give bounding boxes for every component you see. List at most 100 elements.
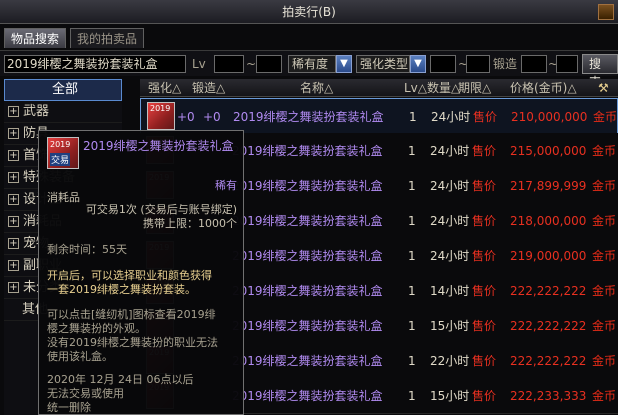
row-currency: 金币 [593, 110, 618, 124]
plus-icon: + [8, 238, 19, 249]
row-price-tag: 售价 [472, 389, 497, 403]
tab-my-auctions[interactable]: 我的拍卖品 [70, 28, 145, 48]
row-item-name: 2019绯樱之舞装扮套装礼盒 [232, 389, 383, 403]
level-min-input[interactable] [214, 55, 244, 73]
row-currency: 金币 [592, 389, 617, 403]
tooltip-desc-line: 使用该礼盒。 [47, 350, 113, 363]
plus-icon: + [8, 194, 19, 205]
search-button[interactable]: 搜索 [582, 54, 618, 89]
plus-icon: + [8, 150, 19, 161]
level-separator: ~ [246, 57, 257, 71]
row-time-left: 24小时 [431, 110, 471, 124]
row-price: 219,000,000 [510, 249, 587, 263]
row-item-name: 2019绯樱之舞装扮套装礼盒 [232, 144, 383, 158]
forge-min-input[interactable] [521, 55, 547, 73]
plus-icon: + [8, 216, 19, 227]
row-time-left: 24小时 [430, 249, 470, 263]
row-price-tag: 售价 [472, 249, 497, 263]
forge-max-input[interactable] [556, 55, 578, 73]
row-quantity: 1 [408, 179, 416, 193]
rarity-select[interactable]: 稀有度 [288, 55, 336, 73]
row-time-left: 24小时 [430, 214, 470, 228]
icon-year-label: 2019 [150, 104, 171, 113]
close-icon[interactable] [598, 4, 614, 20]
level-max-input[interactable] [256, 55, 282, 73]
row-price-tag: 售价 [472, 214, 497, 228]
tooltip-remaining: 剩余时间：55天 [47, 243, 127, 256]
results-header: 强化△ 锻造△ 名称△ Lv△数量△ 期限△ 价格(金币)△ ⚒ [140, 79, 618, 97]
row-item-name: 2019绯樱之舞装扮套装礼盒 [232, 354, 383, 368]
row-price-tag: 售价 [473, 110, 498, 124]
search-input[interactable]: 2019绯樱之舞装扮套装礼盒 [4, 55, 186, 73]
category-weapon[interactable]: + 武器 [4, 101, 122, 123]
row-item-name: 2019绯樱之舞装扮套装礼盒 [232, 319, 383, 333]
category-label: 武器 [23, 103, 50, 119]
tooltip-rarity: 稀有 [215, 179, 237, 192]
item-tooltip: 2019 交易 2019绯樱之舞装扮套装礼盒 稀有 消耗品 可交易1次 (交易后… [38, 130, 244, 415]
col-name[interactable]: 名称△ [300, 79, 333, 97]
row-time-left: 24小时 [430, 144, 470, 158]
row-time-left: 14小时 [430, 284, 470, 298]
icon-year-label: 2019 [50, 140, 71, 149]
row-quantity: 1 [408, 144, 416, 158]
row-price-tag: 售价 [472, 354, 497, 368]
tooltip-carry-limit: 携带上限：1000个 [143, 217, 237, 230]
row-time-left: 15小时 [430, 389, 470, 403]
row-price: 215,000,000 [510, 144, 587, 158]
col-level-qty[interactable]: Lv△数量△ [404, 79, 460, 97]
row-currency: 金币 [592, 354, 617, 368]
row-price-tag: 售价 [472, 144, 497, 158]
row-quantity: 1 [408, 284, 416, 298]
plus-icon: + [8, 260, 19, 271]
row-price: 222,222,222 [510, 284, 587, 298]
row-quantity: 1 [408, 319, 416, 333]
window-title: 拍卖行(B) [282, 5, 336, 19]
gift-box-icon: 2019 交易 [47, 137, 79, 169]
row-currency: 金币 [592, 214, 617, 228]
chevron-down-icon[interactable]: ▼ [410, 55, 426, 73]
col-price[interactable]: 价格(金币)△ [510, 79, 577, 97]
row-price: 222,222,222 [510, 319, 587, 333]
plus-icon: + [8, 106, 19, 117]
row-price: 222,233,333 [510, 389, 587, 403]
row-price-tag: 售价 [472, 179, 497, 193]
hammer-icon[interactable]: ⚒ [598, 79, 609, 97]
row-quantity: 1 [408, 389, 416, 403]
gift-box-icon: 2019 [147, 102, 175, 130]
row-quantity: 1 [408, 354, 416, 368]
icon-trade-label: 交易 [50, 153, 71, 166]
row-currency: 金币 [592, 179, 617, 193]
row-time-left: 15小时 [430, 319, 470, 333]
row-currency: 金币 [592, 319, 617, 333]
row-quantity: 1 [408, 214, 416, 228]
chevron-down-icon[interactable]: ▼ [336, 55, 352, 73]
tab-item-search[interactable]: 物品搜索 [4, 28, 67, 48]
window-titlebar: 拍卖行(B) [0, 0, 618, 24]
col-enhance[interactable]: 强化△ [148, 79, 181, 97]
row-item-name: 2019绯樱之舞装扮套装礼盒 [232, 214, 383, 228]
level-label: Lv [192, 57, 206, 71]
row-quantity: 1 [408, 249, 416, 263]
table-row[interactable]: 2019 +0 +0 2019绯樱之舞装扮套装礼盒 1 24小时 售价 210,000,000… [140, 98, 618, 134]
filter-bar: 2019绯樱之舞装扮套装礼盒 Lv ~ 稀有度 ▼ 强化类型 ▼ ~ 锻造 ~ … [0, 50, 618, 89]
row-price-tag: 售价 [472, 284, 497, 298]
col-forge[interactable]: 锻造△ [192, 79, 225, 97]
enhance-max-input[interactable] [466, 55, 490, 73]
category-all[interactable]: 全部 [4, 79, 122, 101]
col-deadline[interactable]: 期限△ [458, 79, 491, 97]
row-price: 222,222,222 [510, 354, 587, 368]
enhance-type-select[interactable]: 强化类型 [356, 55, 410, 73]
row-price: 210,000,000 [511, 110, 588, 124]
row-currency: 金币 [592, 284, 617, 298]
plus-icon: + [8, 172, 19, 183]
row-time-left: 22小时 [430, 354, 470, 368]
row-time-left: 24小时 [430, 179, 470, 193]
plus-icon: + [8, 282, 19, 293]
tooltip-title: 2019绯樱之舞装扮套装礼盒 [83, 139, 234, 153]
tooltip-desc-line: 一套2019绯樱之舞装扮套装。 [47, 283, 196, 296]
row-price-tag: 售价 [472, 319, 497, 333]
enhance-min-input[interactable] [430, 55, 456, 73]
category-label: 全部 [51, 82, 78, 97]
row-item-name: 2019绯樱之舞装扮套装礼盒 [233, 110, 384, 124]
row-price: 217,899,999 [510, 179, 587, 193]
